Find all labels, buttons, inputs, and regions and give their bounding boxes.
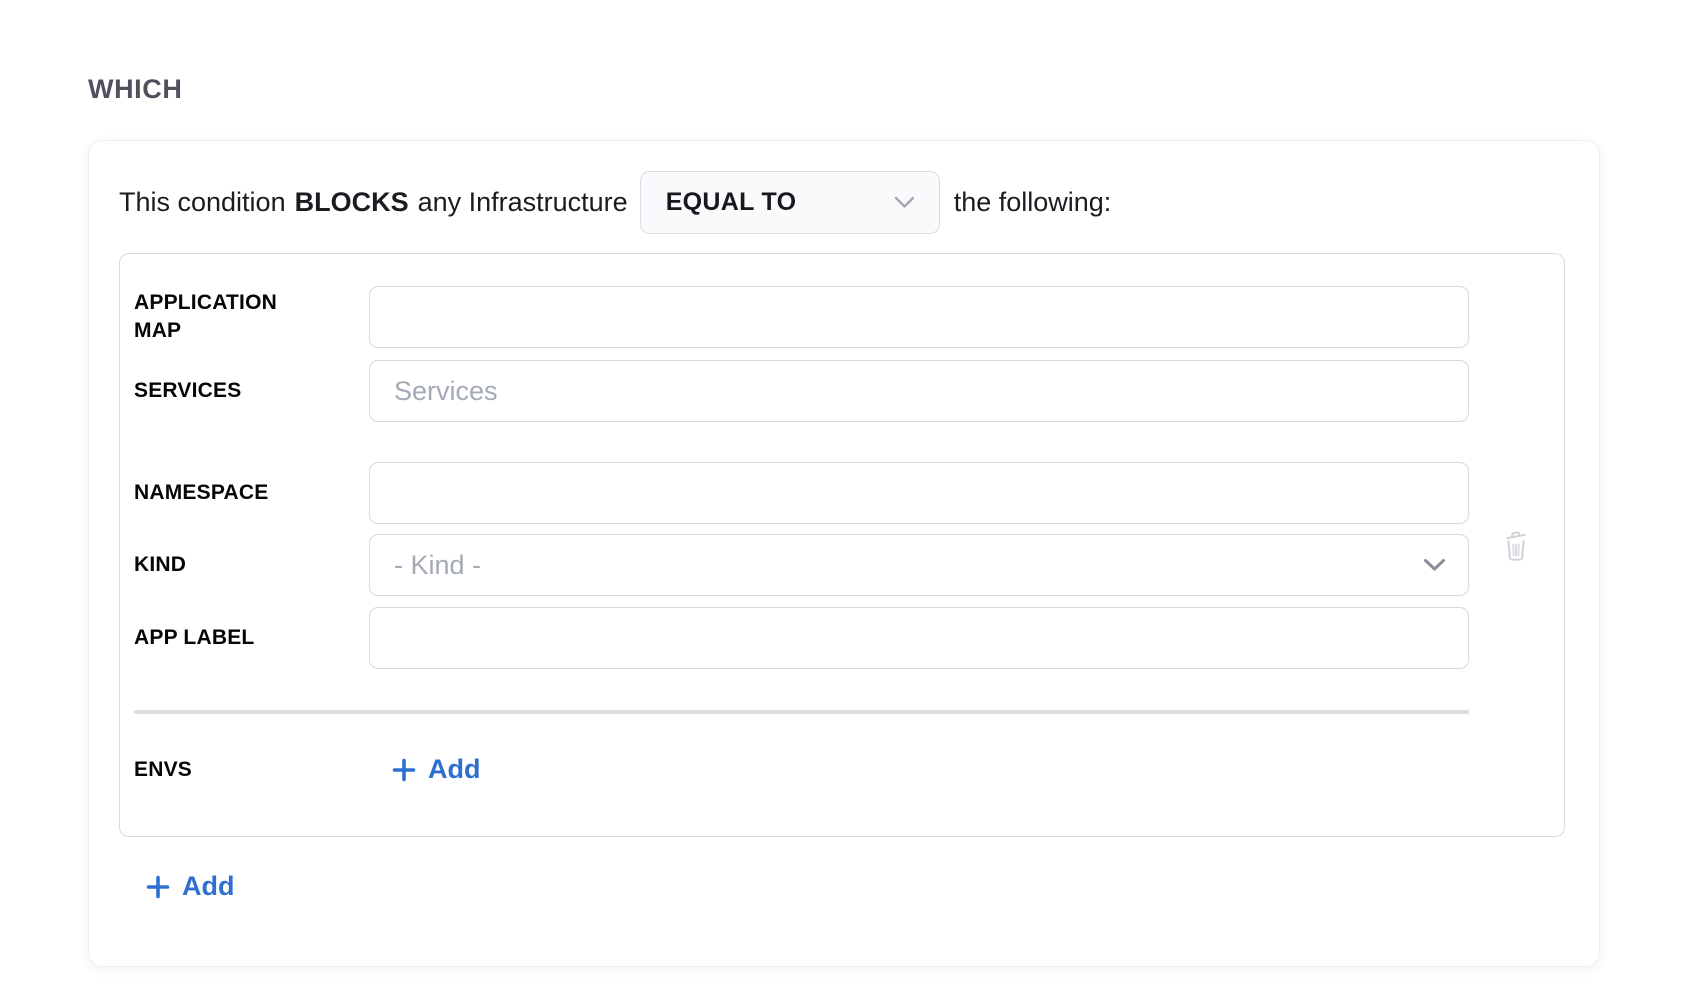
condition-card: This condition BLOCKS any Infrastructure… <box>88 140 1600 967</box>
trash-icon <box>1502 527 1530 563</box>
section-title: WHICH <box>88 74 182 105</box>
application-map-input[interactable] <box>369 286 1469 348</box>
divider <box>134 710 1469 714</box>
chevron-down-icon <box>894 196 915 209</box>
envs-add-button[interactable]: Add <box>391 754 480 785</box>
envs-add-button-label: Add <box>428 754 480 785</box>
services-label: SERVICES <box>134 377 369 405</box>
condition-text-middle: any Infrastructure <box>418 187 628 218</box>
plus-icon <box>391 757 417 783</box>
app-label-input[interactable] <box>369 607 1469 669</box>
application-map-label: APPLICATION MAP <box>134 289 369 344</box>
infrastructure-fields-group: APPLICATION MAP SERVICES NAMESPACE KIND … <box>119 253 1565 837</box>
kind-field-row: KIND - Kind - <box>134 534 1564 596</box>
application-map-field-row: APPLICATION MAP <box>134 286 1564 348</box>
condition-sentence: This condition BLOCKS any Infrastructure… <box>119 171 1568 234</box>
condition-verb: BLOCKS <box>295 187 409 218</box>
kind-label: KIND <box>134 551 369 579</box>
namespace-label: NAMESPACE <box>134 479 369 507</box>
condition-text-suffix: the following: <box>954 187 1112 218</box>
page: WHICH This condition BLOCKS any Infrastr… <box>0 0 1682 991</box>
envs-label: ENVS <box>134 756 369 784</box>
condition-text-prefix: This condition <box>119 187 286 218</box>
plus-icon <box>145 874 171 900</box>
kind-placeholder: - Kind - <box>394 550 481 581</box>
services-input[interactable] <box>369 360 1469 422</box>
operator-selected-value: EQUAL TO <box>666 188 797 217</box>
delete-row-button[interactable] <box>1501 525 1531 565</box>
chevron-down-icon <box>1423 558 1446 572</box>
add-button-label: Add <box>182 871 234 902</box>
app-label-field-row: APP LABEL <box>134 607 1564 669</box>
namespace-field-row: NAMESPACE <box>134 462 1564 524</box>
envs-field-row: ENVS Add <box>134 754 1564 785</box>
kind-select[interactable]: - Kind - <box>369 534 1469 596</box>
namespace-input[interactable] <box>369 462 1469 524</box>
services-field-row: SERVICES <box>134 360 1564 422</box>
add-condition-row-button[interactable]: Add <box>145 871 234 902</box>
app-label-label: APP LABEL <box>134 624 369 652</box>
operator-dropdown[interactable]: EQUAL TO <box>640 171 940 234</box>
